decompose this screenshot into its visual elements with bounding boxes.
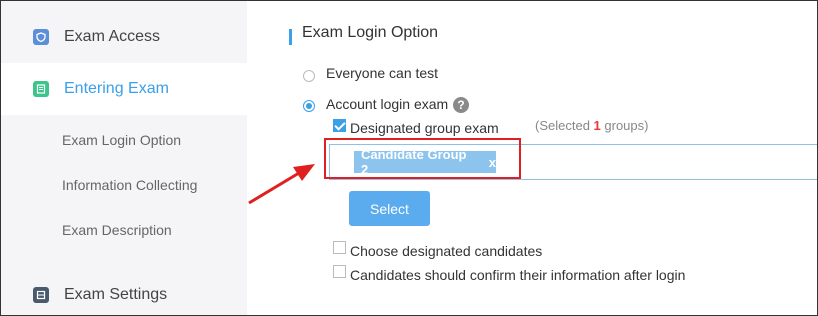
sidebar-item-label: Exam Access xyxy=(64,28,161,45)
checkbox-designated-group[interactable] xyxy=(333,119,346,132)
sidebar-item-label: Entering Exam xyxy=(64,80,169,97)
sidebar-item-entering-exam[interactable]: Entering Exam xyxy=(1,63,247,115)
checkbox-label-choose-candidates: Choose designated candidates xyxy=(350,243,543,259)
option-label-account: Account login exam xyxy=(326,96,449,112)
app-window: Exam Access Entering Exam Exam Login Opt… xyxy=(0,0,818,316)
section-title: Exam Login Option xyxy=(302,24,439,41)
selected-number: 1 xyxy=(593,118,601,133)
selected-groups-count: (Selected 1 groups) xyxy=(535,118,648,133)
section-accent-bar xyxy=(289,29,292,45)
checkbox-label-designated-group: Designated group exam xyxy=(350,120,499,136)
group-tag: Candidate Group 2 x xyxy=(354,147,496,177)
checkbox-confirm-info[interactable] xyxy=(333,265,346,278)
selected-prefix: (Selected xyxy=(535,118,594,133)
shield-icon xyxy=(33,29,49,45)
checkbox-label-confirm-info: Candidates should confirm their informat… xyxy=(350,267,686,283)
checkbox-choose-candidates[interactable] xyxy=(333,241,346,254)
sidebar-subitem-exam-description[interactable]: Exam Description xyxy=(62,222,172,238)
sidebar-subitem-information-collecting[interactable]: Information Collecting xyxy=(62,177,197,193)
radio-everyone-can-test[interactable] xyxy=(303,70,315,82)
help-icon[interactable]: ? xyxy=(453,97,469,113)
annotation-arrow-icon xyxy=(248,164,315,205)
sidebar-subitem-exam-login-option[interactable]: Exam Login Option xyxy=(62,132,181,148)
settings-icon xyxy=(33,287,49,303)
main-panel: Exam Login Option Everyone can test Acco… xyxy=(247,1,817,315)
sidebar: Exam Access Entering Exam Exam Login Opt… xyxy=(1,1,247,315)
group-tag-label: Candidate Group 2 xyxy=(361,147,467,177)
tag-remove-button[interactable]: x xyxy=(489,155,496,170)
sidebar-item-exam-settings[interactable]: Exam Settings xyxy=(1,269,247,315)
sidebar-item-exam-access[interactable]: Exam Access xyxy=(1,11,247,63)
radio-account-login-exam[interactable] xyxy=(303,100,315,112)
sidebar-item-label: Exam Settings xyxy=(64,286,168,303)
select-button[interactable]: Select xyxy=(349,191,430,226)
selected-suffix: groups) xyxy=(600,118,649,133)
document-icon xyxy=(33,81,49,97)
option-label-everyone: Everyone can test xyxy=(326,65,439,81)
